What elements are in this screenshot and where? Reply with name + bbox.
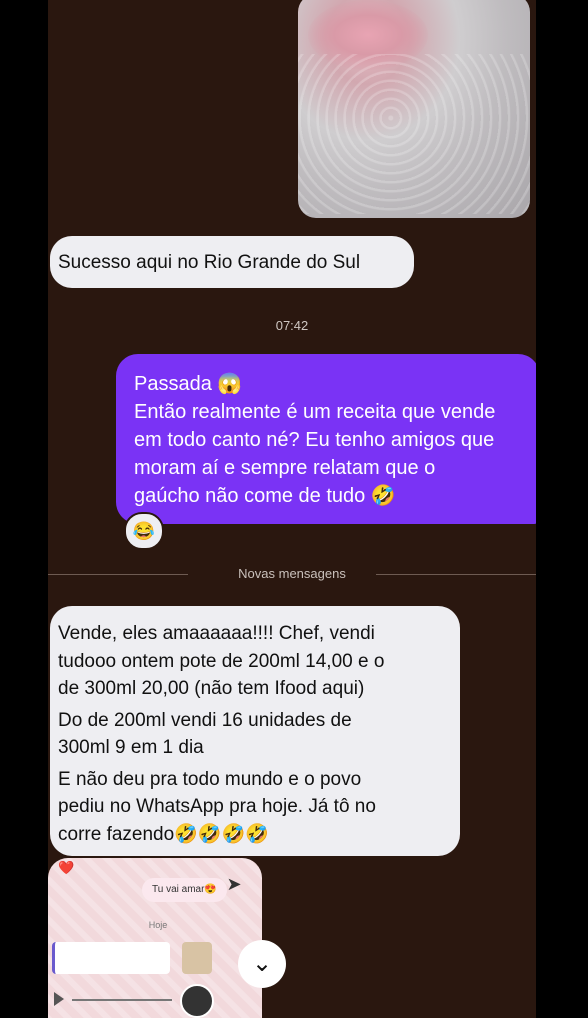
scroll-down-button[interactable]: ⌄	[238, 940, 286, 988]
heart-reaction[interactable]: ❤️	[58, 860, 74, 876]
message-line: Passada 😱	[134, 373, 243, 395]
message-line: Do de 200ml vendi 16 unidades de	[58, 709, 352, 731]
incoming-message[interactable]: Sucesso aqui no Rio Grande do Sul	[50, 236, 414, 288]
message-line: corre fazendo🤣🤣🤣🤣	[58, 823, 269, 845]
incoming-message[interactable]: Vende, eles amaaaaaa!!!! Chef, vendi tud…	[50, 606, 460, 856]
message-line: Vende, eles amaaaaaa!!!! Chef, vendi	[58, 623, 375, 644]
timestamp: 07:42	[275, 318, 309, 333]
photo-texture	[298, 54, 530, 214]
play-icon	[54, 992, 64, 1006]
message-line: em todo canto né? Eu tenho amigos que	[134, 429, 495, 451]
message-paragraph: Do de 200ml vendi 16 unidades de 300ml 9…	[58, 707, 452, 762]
reaction-badge[interactable]: 😂	[124, 512, 164, 550]
message-text: Sucesso aqui no Rio Grande do Sul	[58, 252, 361, 273]
divider-line	[376, 574, 536, 575]
screenshot-quoted-message	[52, 942, 170, 974]
message-line: de 300ml 20,00 (não tem Ifood aqui)	[58, 678, 365, 699]
message-line: E não deu pra todo mundo e o povo	[58, 768, 362, 790]
message-line: Então realmente é um receita que vende	[134, 401, 496, 423]
message-line: gaúcho não come de tudo 🤣	[134, 485, 396, 507]
screenshot-chip: Tu vai amar😍	[142, 878, 227, 902]
chevron-down-icon: ⌄	[251, 950, 273, 977]
outgoing-message[interactable]: Passada 😱 Então realmente é um receita q…	[116, 354, 536, 524]
chat-screen: Sucesso aqui no Rio Grande do Sul 07:42 …	[48, 0, 536, 1018]
waveform	[72, 999, 172, 1001]
screenshot-thumbnail	[182, 942, 212, 974]
forward-arrow-icon[interactable]: ➤	[220, 870, 248, 898]
new-messages-divider: Novas mensagens	[48, 566, 536, 582]
shared-screenshot[interactable]: Tu vai amar😍 ➤ Hoje	[48, 858, 262, 1018]
photo-message[interactable]	[298, 0, 530, 218]
avatar	[180, 984, 214, 1018]
screenshot-separator: Hoje	[148, 920, 168, 930]
message-paragraph: Vende, eles amaaaaaa!!!! Chef, vendi tud…	[58, 620, 452, 703]
message-line: moram aí e sempre relatam que o	[134, 457, 436, 479]
message-line: 300ml 9 em 1 dia	[58, 737, 204, 758]
message-paragraph: E não deu pra todo mundo e o povo pediu …	[58, 766, 452, 849]
message-line: pediu no WhatsApp pra hoje. Já tô no	[58, 796, 376, 817]
audio-message	[54, 988, 172, 1012]
message-line: tudooo ontem pote de 200ml 14,00 e o	[58, 650, 385, 672]
